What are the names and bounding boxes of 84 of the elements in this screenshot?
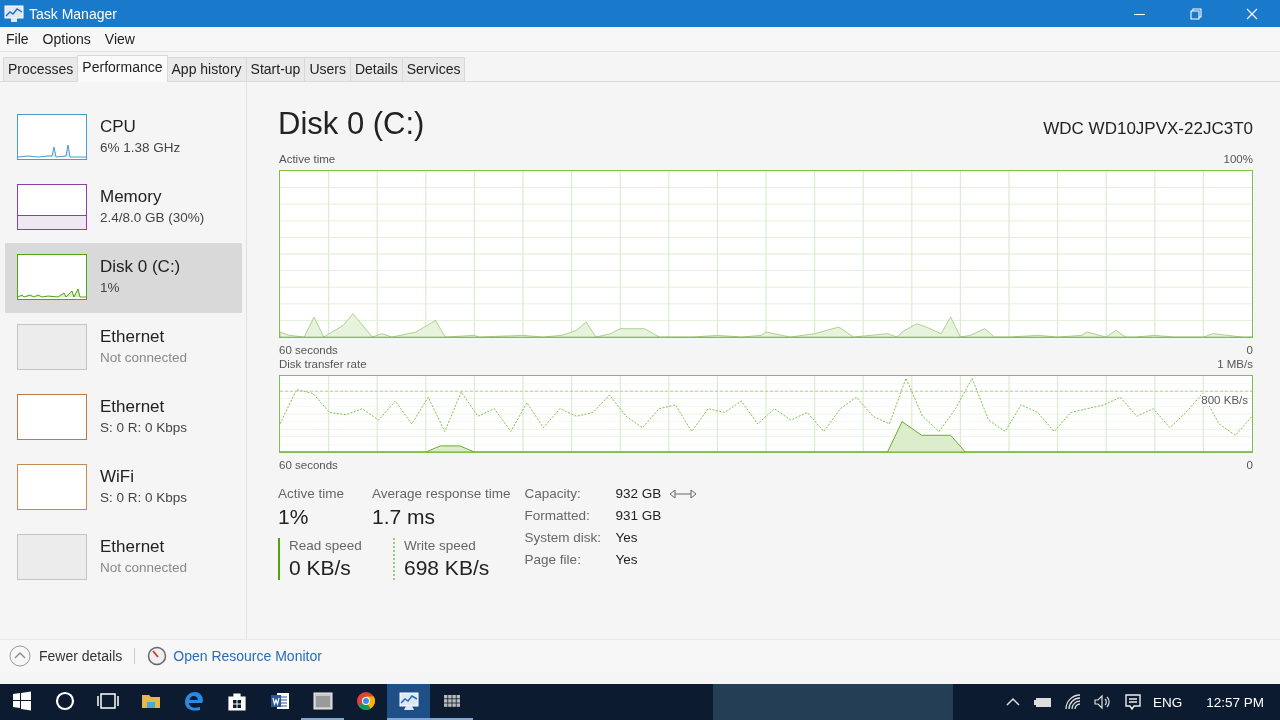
axis-min-label: 0 xyxy=(1246,458,1253,472)
stat-value: 1% xyxy=(278,505,310,529)
property-label: Page file: xyxy=(524,552,582,567)
item-detail: Not connected xyxy=(100,350,188,365)
monitor-graph-icon xyxy=(4,4,24,23)
grid-icon xyxy=(443,695,460,707)
tab[interactable]: Processes xyxy=(3,57,79,81)
fewer-details-button[interactable]: Fewer details xyxy=(9,645,123,667)
tab[interactable]: Services xyxy=(401,57,466,81)
clock[interactable]: 12:57 PM xyxy=(1192,694,1270,710)
wifi-icon[interactable] xyxy=(1062,692,1083,712)
gauge-icon xyxy=(147,646,168,666)
chevron-up-icon xyxy=(9,645,31,667)
item-name: Ethernet xyxy=(100,397,166,417)
resource-monitor-link[interactable]: Open Resource Monitor xyxy=(173,648,322,664)
disk-model: WDC WD10JPVX-22JC3T0 xyxy=(1043,119,1253,139)
property-value: 931 GB xyxy=(615,508,662,523)
item-detail: 1% xyxy=(100,280,121,295)
sidebar-item[interactable]: Ethernet S: 0 R: 0 Kbps xyxy=(5,383,242,453)
double-arrow-icon xyxy=(669,487,698,500)
graph-title: Active time xyxy=(279,152,336,166)
property-value: Yes xyxy=(615,552,638,567)
property-label: Formatted: xyxy=(524,508,591,523)
page-heading: Disk 0 (C:) xyxy=(278,106,425,142)
sidebar-item[interactable]: Ethernet Not connected xyxy=(5,313,242,383)
sidebar-item[interactable]: Memory 2.4/8.0 GB (30%) xyxy=(5,173,242,243)
shopping-bag-icon xyxy=(227,693,246,711)
axis-min-label: 0 xyxy=(1246,343,1253,357)
stat-value: 0 KB/s xyxy=(289,556,352,580)
axis-max-label: 1 MB/s xyxy=(1217,357,1253,371)
item-detail: S: 0 R: 0 Kbps xyxy=(100,490,188,505)
menu-item[interactable]: View xyxy=(104,31,135,47)
tab[interactable]: Details xyxy=(349,57,403,81)
axis-marker-label: 800 KB/s xyxy=(1201,394,1248,406)
tab[interactable]: Start-up xyxy=(245,57,306,81)
property-value: Yes xyxy=(615,530,638,545)
item-name: WiFi xyxy=(100,467,135,487)
property-label: Capacity: xyxy=(524,486,582,501)
close-icon xyxy=(1246,7,1258,20)
menu-item[interactable]: Options xyxy=(42,31,91,47)
item-name: Memory xyxy=(100,187,163,207)
document-icon xyxy=(270,693,289,709)
graph-title: Disk transfer rate xyxy=(279,357,367,371)
item-name: Ethernet xyxy=(100,327,166,347)
window-title: Task Manager xyxy=(29,5,117,22)
sidebar-item[interactable]: Ethernet Not connected xyxy=(5,523,242,593)
tab[interactable]: Users xyxy=(304,57,351,81)
menu-item[interactable]: File xyxy=(6,31,29,47)
taskbar-button[interactable] xyxy=(387,684,430,720)
monitor-graph-icon xyxy=(399,692,418,710)
time-span-label: 60 seconds xyxy=(279,343,338,357)
notification-icon[interactable] xyxy=(1122,692,1143,712)
item-name: Disk 0 (C:) xyxy=(100,257,181,277)
stat-label: Active time xyxy=(278,486,346,501)
folder-icon xyxy=(141,695,160,708)
stat-label: Average response time xyxy=(372,486,511,501)
app-window-icon xyxy=(313,692,332,710)
stat-value: 698 KB/s xyxy=(404,556,490,580)
property-label: System disk: xyxy=(524,530,603,545)
task-view-icon xyxy=(96,693,119,709)
sidebar-item[interactable]: WiFi S: 0 R: 0 Kbps xyxy=(5,453,242,523)
item-detail: 6% 1.38 GHz xyxy=(100,140,181,155)
chrome-browser-icon xyxy=(356,692,375,710)
stat-label: Write speed xyxy=(404,538,477,553)
tab[interactable]: Performance xyxy=(77,55,168,82)
time-span-label: 60 seconds xyxy=(279,458,338,472)
tab[interactable]: App history xyxy=(166,57,247,81)
item-detail: 2.4/8.0 GB (30%) xyxy=(100,210,205,225)
item-detail: Not connected xyxy=(100,560,188,575)
circle-icon xyxy=(55,691,74,711)
volume-icon[interactable] xyxy=(1092,692,1113,712)
language-indicator[interactable]: ENG xyxy=(1152,694,1183,710)
sidebar-item[interactable]: Disk 0 (C:) 1% xyxy=(5,243,242,313)
property-value: 932 GB xyxy=(615,486,662,501)
windows-logo-icon xyxy=(12,691,31,711)
restore-icon xyxy=(1190,7,1202,20)
item-detail: S: 0 R: 0 Kbps xyxy=(100,420,188,435)
browser-icon xyxy=(184,692,203,711)
axis-max-label: 100% xyxy=(1223,152,1253,166)
stat-value: 1.7 ms xyxy=(372,505,437,529)
item-name: Ethernet xyxy=(100,537,166,557)
stat-label: Read speed xyxy=(289,538,363,553)
sidebar-item[interactable]: CPU 6% 1.38 GHz xyxy=(5,103,242,173)
item-name: CPU xyxy=(100,117,137,137)
